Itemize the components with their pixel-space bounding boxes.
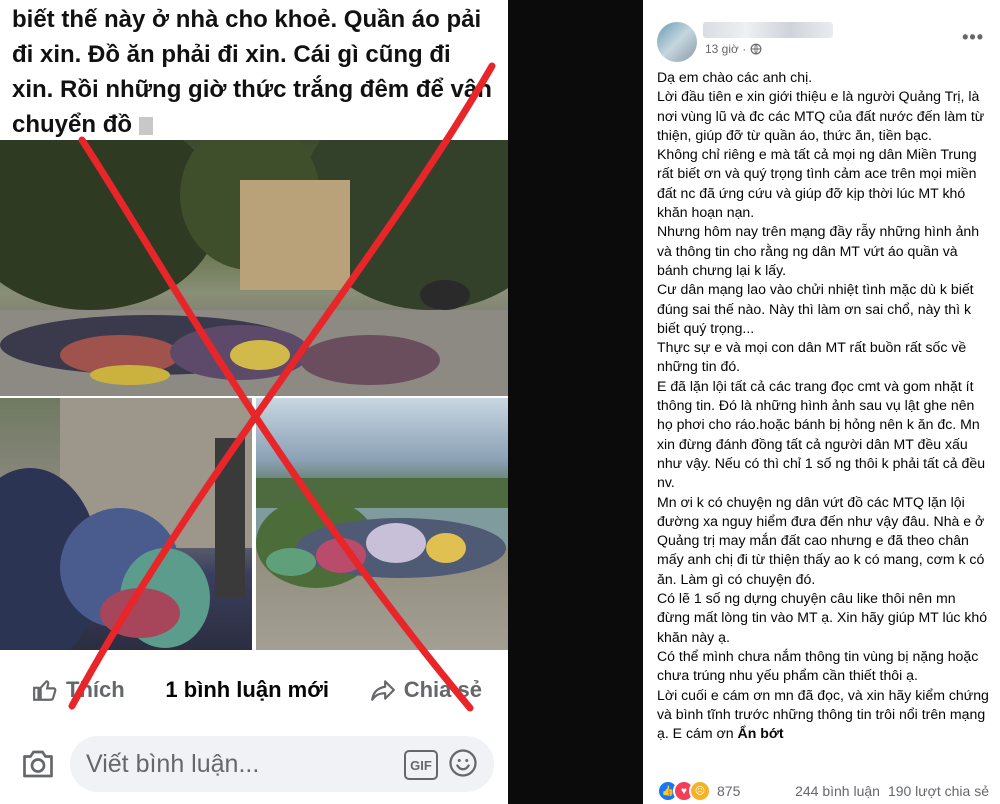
comment-count[interactable]: 244 bình luận bbox=[795, 783, 880, 799]
sad-reaction-icon: ☹ bbox=[689, 780, 711, 802]
share-arrow-icon bbox=[370, 680, 395, 701]
crossed-out-screenshot: biết thế này ở nhà cho khoẻ. Quần áo pải… bbox=[0, 0, 508, 804]
gif-button[interactable]: GIF bbox=[404, 750, 438, 780]
screenshot-post-text-content: biết thế này ở nhà cho khoẻ. Quần áo pải… bbox=[12, 6, 492, 138]
post-stats: 👍 ♥ ☹ 875 244 bình luận 190 lượt chia sẻ bbox=[657, 780, 989, 802]
globe-icon bbox=[750, 43, 762, 55]
post-paragraph: Thực sự e và mọi con dân MT rất buồn rất… bbox=[657, 339, 967, 375]
blurred-author-name[interactable] bbox=[703, 22, 833, 38]
new-comments-label[interactable]: 1 bình luận mới bbox=[165, 677, 329, 703]
reactions-summary[interactable]: 👍 ♥ ☹ 875 bbox=[657, 780, 740, 802]
screenshot-comment-bar: GIF bbox=[0, 730, 508, 804]
more-options-button[interactable]: ••• bbox=[962, 27, 984, 47]
emoji-icon[interactable] bbox=[448, 748, 478, 778]
screenshot-post-text: biết thế này ở nhà cho khoẻ. Quần áo pải… bbox=[0, 0, 508, 140]
post-paragraph: Cư dân mạng lao vào chửi nhiệt tình mặc … bbox=[657, 281, 974, 336]
share-count[interactable]: 190 lượt chia sẻ bbox=[888, 783, 989, 799]
post-paragraph: Có lẽ 1 số ng dựng chuyện câu like thôi … bbox=[657, 590, 988, 645]
post-meta: 13 giờ · bbox=[705, 42, 762, 56]
photo-clothes-road bbox=[256, 398, 508, 650]
post-body: Dạ em chào các anh chị. Lời đầu tiên e x… bbox=[657, 68, 991, 743]
more-horizontal-icon: ••• bbox=[962, 27, 984, 47]
like-label: Thích bbox=[66, 677, 125, 702]
avatar[interactable] bbox=[657, 22, 697, 62]
post-paragraph: Lời đầu tiên e xin giới thiệu e là người… bbox=[657, 88, 985, 143]
post-paragraph-last: Lời cuối e cám ơn mn đã đọc, và xin hãy … bbox=[657, 686, 991, 744]
post-paragraph-text: Lời cuối e cám ơn mn đã đọc, và xin hãy … bbox=[657, 686, 989, 742]
post-paragraph: Dạ em chào các anh chị. bbox=[657, 69, 813, 85]
like-action[interactable]: Thích bbox=[32, 677, 125, 703]
facebook-post: 13 giờ · ••• Dạ em chào các anh chị. Lời… bbox=[643, 0, 1000, 804]
share-action[interactable]: Chia sẻ bbox=[370, 677, 482, 703]
thumbs-up-icon bbox=[33, 680, 57, 701]
blurred-emoji bbox=[138, 116, 153, 135]
post-paragraph: E đã lặn lội tất cả các trang đọc cmt và… bbox=[657, 377, 986, 491]
reaction-count: 875 bbox=[717, 783, 741, 799]
photo-clothes-yard bbox=[0, 140, 508, 396]
share-label: Chia sẻ bbox=[403, 677, 482, 702]
camera-icon[interactable] bbox=[20, 746, 56, 782]
post-paragraph: Không chỉ riêng e mà tất cả mọi ng dân M… bbox=[657, 146, 977, 221]
see-less-link[interactable]: Ẩn bớt bbox=[738, 725, 784, 741]
post-paragraph: Có thể mình chưa nắm thông tin vùng bị n… bbox=[657, 647, 979, 684]
post-paragraph: Mn ơi k có chuyện ng dân vứt đồ các MTQ … bbox=[657, 493, 985, 587]
engagement-counts: 244 bình luận 190 lượt chia sẻ bbox=[795, 783, 989, 799]
post-timestamp[interactable]: 13 giờ · bbox=[705, 42, 746, 56]
screenshot-action-bar: Thích 1 bình luận mới Chia sẻ bbox=[0, 662, 508, 718]
photo-person-with-clothes bbox=[0, 398, 252, 650]
post-paragraph: Nhưng hôm nay trên mạng đầy rẫy những hì… bbox=[657, 223, 980, 278]
gif-label: GIF bbox=[410, 757, 432, 773]
